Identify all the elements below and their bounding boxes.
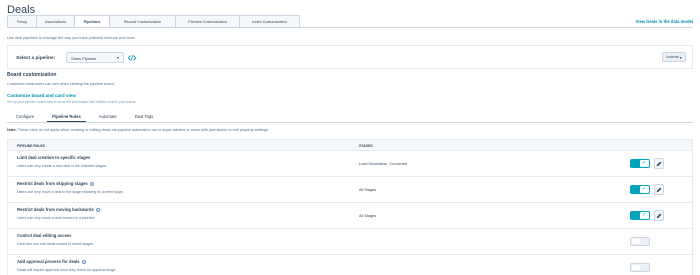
chevron-down-icon: ▾ bbox=[116, 55, 119, 60]
toggle-knob bbox=[632, 239, 640, 244]
info-icon[interactable]: i bbox=[81, 259, 86, 264]
table-row: Control deal editing access Limit who can… bbox=[8, 229, 692, 255]
rule-description: Users can only create a new deal in the … bbox=[17, 164, 107, 168]
pipeline-subtabs: Configure Pipeline Rules Automate Deal Tags bbox=[7, 111, 163, 123]
rule-name: Restrict deals from skipping stages i bbox=[17, 181, 94, 186]
rule-stages: Lead Generation, Converted bbox=[359, 162, 407, 166]
info-icon[interactable]: i bbox=[95, 207, 100, 212]
rule-name: Add approval process for deals i bbox=[17, 259, 86, 264]
pencil-icon bbox=[656, 213, 662, 218]
rule-name: Restrict deals from moving backwards i bbox=[17, 207, 100, 212]
toggle-knob bbox=[632, 265, 640, 270]
check-icon bbox=[640, 186, 649, 193]
rule-toggle[interactable] bbox=[630, 159, 650, 168]
edit-rule-button[interactable] bbox=[654, 210, 664, 221]
rule-toggle[interactable] bbox=[630, 211, 650, 220]
rule-name-text: Limit deal creation to specific stages bbox=[17, 155, 91, 160]
rule-description: Users can only move a deal to the stage … bbox=[17, 190, 124, 194]
pipeline-dropdown[interactable]: Sales Pipeline ▾ bbox=[66, 52, 124, 63]
table-row: Restrict deals from moving backwards i Use… bbox=[8, 203, 692, 229]
caret-down-icon: ▾ bbox=[679, 55, 682, 60]
pipeline-dropdown-value: Sales Pipeline bbox=[71, 56, 97, 61]
subtab-pipeline-rules[interactable]: Pipeline Rules bbox=[43, 111, 90, 123]
board-customization-title: Board customization bbox=[7, 72, 57, 78]
rule-toggle[interactable] bbox=[630, 185, 650, 194]
rule-name-text: Control deal editing access bbox=[17, 233, 72, 238]
rule-name-text: Restrict deals from skipping stages bbox=[17, 181, 88, 186]
column-header-stages: STAGES bbox=[359, 144, 373, 148]
rule-name: Control deal editing access bbox=[17, 233, 71, 238]
info-icon[interactable]: i bbox=[89, 181, 94, 186]
actions-button-label: Actions bbox=[666, 55, 679, 59]
edit-rule-button[interactable] bbox=[654, 158, 664, 169]
column-header-rules: PIPELINE RULES bbox=[17, 144, 45, 148]
edit-rule-button[interactable] bbox=[654, 184, 664, 195]
customize-board-link[interactable]: Customize board and card view bbox=[7, 93, 76, 98]
pencil-icon bbox=[656, 187, 662, 192]
check-icon bbox=[640, 212, 649, 219]
rule-name-text: Add approval process for deals bbox=[17, 259, 80, 264]
rule-toggle[interactable] bbox=[630, 263, 650, 272]
customize-board-desc: Set up your pipeline board view to show … bbox=[7, 100, 137, 104]
subtab-configure[interactable]: Configure bbox=[7, 111, 43, 122]
pipeline-rules-table: PIPELINE RULES STAGES Limit deal creatio… bbox=[7, 139, 693, 275]
rule-stages: All Stages bbox=[359, 188, 377, 192]
pipelines-intro-text: Use deal pipelines to manage the way you… bbox=[7, 36, 136, 40]
note-prefix: Note: bbox=[7, 128, 17, 132]
rule-toggle[interactable] bbox=[630, 237, 650, 246]
rules-note: Note: These rules do not apply when crea… bbox=[7, 128, 269, 132]
select-pipeline-label: Select a pipeline: bbox=[16, 56, 56, 61]
subtabs-divider bbox=[7, 122, 693, 123]
note-text: These rules do not apply when creating o… bbox=[17, 128, 269, 132]
rule-stages: All Stages bbox=[359, 214, 377, 218]
rule-name: Limit deal creation to specific stages bbox=[17, 155, 90, 160]
pencil-icon bbox=[656, 161, 662, 166]
board-customization-desc: Customize what users can see when viewin… bbox=[7, 82, 115, 86]
check-icon bbox=[640, 160, 649, 167]
code-icon[interactable] bbox=[128, 54, 136, 62]
table-row: Restrict deals from skipping stages i User… bbox=[8, 177, 692, 203]
actions-button[interactable]: Actions ▾ bbox=[662, 52, 686, 62]
table-row: Add approval process for deals i Deals wil… bbox=[8, 255, 692, 275]
rule-name-text: Restrict deals from moving backwards bbox=[17, 207, 94, 212]
view-data-model-link[interactable]: View Deals in the data model bbox=[636, 19, 693, 24]
rule-description: Users can only move a deal forward in a … bbox=[17, 216, 96, 220]
table-row: Limit deal creation to specific stages Us… bbox=[8, 151, 692, 177]
subtab-deal-tags[interactable]: Deal Tags bbox=[126, 111, 163, 122]
pipeline-selector-panel: Select a pipeline: Sales Pipeline ▾ Acti… bbox=[7, 45, 693, 69]
rule-description: Deals will require approval once they re… bbox=[17, 268, 117, 272]
rule-description: Limit who can edit deals moved to select… bbox=[17, 242, 95, 246]
table-header: PIPELINE RULES STAGES bbox=[8, 140, 692, 151]
tabs-divider bbox=[7, 27, 693, 28]
subtab-automate[interactable]: Automate bbox=[90, 111, 126, 122]
